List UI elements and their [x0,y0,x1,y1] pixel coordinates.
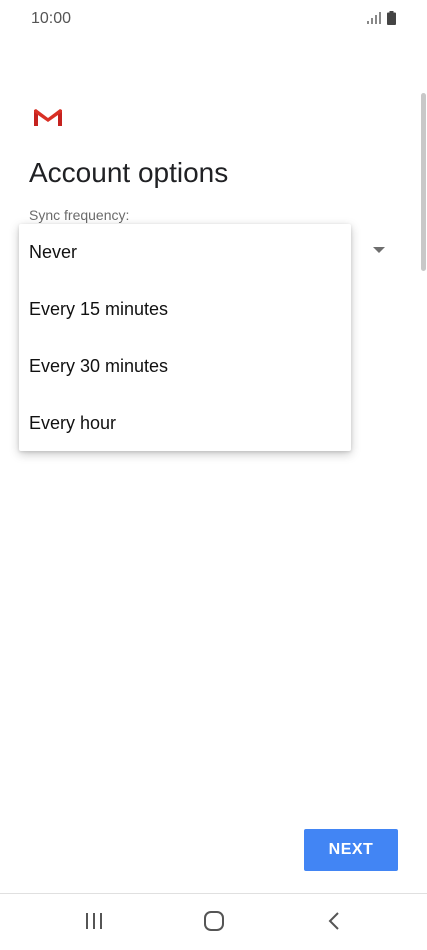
back-icon [328,912,339,930]
status-time: 10:00 [31,10,72,27]
scrollbar[interactable] [421,93,426,271]
screen: 10:00 Account options Sync frequency: Ne… [0,0,427,950]
home-icon [204,911,224,931]
menu-item-every-15-minutes[interactable]: Every 15 minutes [19,281,351,338]
nav-bar [0,894,427,950]
recent-apps-button[interactable] [74,906,114,936]
sync-frequency-label: Sync frequency: [29,207,130,223]
page-title: Account options [29,157,229,188]
next-button[interactable]: NEXT [304,829,398,871]
signal-icon [367,12,381,24]
battery-icon [387,11,396,25]
dropdown-arrow-icon[interactable] [372,246,386,254]
sync-frequency-menu: Never Every 15 minutes Every 30 minutes … [19,224,351,451]
menu-item-every-30-minutes[interactable]: Every 30 minutes [19,338,351,395]
menu-item-never[interactable]: Never [19,224,351,281]
home-button[interactable] [194,906,234,936]
status-bar: 10:00 [0,0,427,40]
gmail-logo-icon [33,108,63,127]
back-button[interactable] [314,906,354,936]
recent-apps-icon [86,913,102,929]
menu-item-every-hour[interactable]: Every hour [19,395,351,452]
